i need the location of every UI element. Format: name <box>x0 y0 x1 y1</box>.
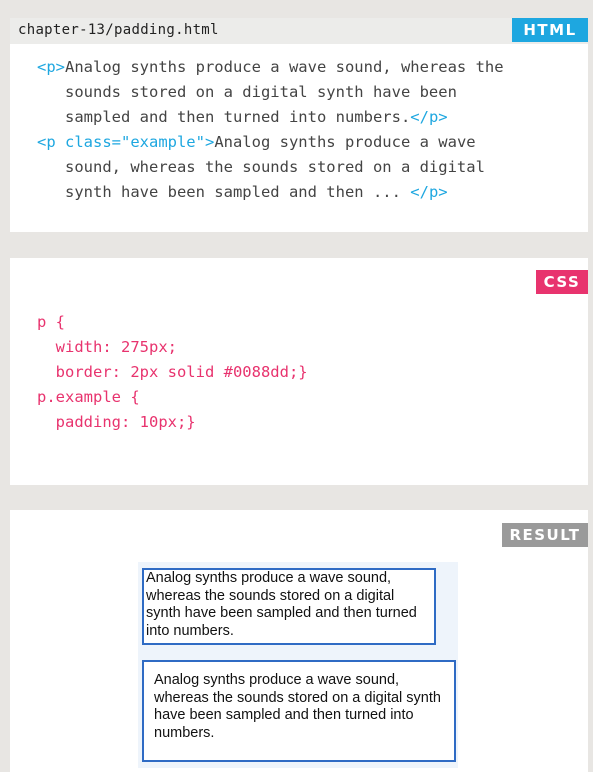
html-text-token: Analog synths produce a wave sound, wher… <box>65 58 504 76</box>
result-preview: Analog synths produce a wave sound, wher… <box>138 562 458 768</box>
html-code-line: sounds stored on a digital synth have be… <box>37 80 504 105</box>
css-code-panel: CSS p { width: 275px; border: 2px solid … <box>10 258 588 485</box>
html-text-token: Analog synths produce a wave <box>214 133 476 151</box>
css-code-line: p.example { <box>37 388 140 406</box>
file-name: chapter-13/padding.html <box>18 22 219 38</box>
html-tag-label: HTML <box>512 18 588 42</box>
demo-paragraph-with-padding: Analog synths produce a wave sound, wher… <box>142 660 456 762</box>
html-tag-token: </p> <box>410 108 448 126</box>
demo-paragraph-no-padding: Analog synths produce a wave sound, wher… <box>142 568 436 645</box>
css-code-line: width: 275px; <box>37 338 177 356</box>
html-code-line: <p>Analog synths produce a wave sound, w… <box>37 55 504 80</box>
result-panel: RESULT Analog synths produce a wave soun… <box>10 510 588 772</box>
html-code-line: <p class="example">Analog synths produce… <box>37 130 504 155</box>
html-code-panel: chapter-13/padding.html HTML <p>Analog s… <box>10 18 588 232</box>
css-tag-label: CSS <box>536 270 588 294</box>
html-code-line: sampled and then turned into numbers.</p… <box>37 105 504 130</box>
result-tag-label: RESULT <box>502 523 588 547</box>
html-code-line: synth have been sampled and then ... </p… <box>37 180 504 205</box>
css-code-line: border: 2px solid #0088dd;} <box>37 363 308 381</box>
html-text-token: synth have been sampled and then ... <box>37 183 411 201</box>
css-code-line: padding: 10px;} <box>37 413 196 431</box>
css-code-line: p { <box>37 313 65 331</box>
html-text-token: sound, whereas the sounds stored on a di… <box>37 158 485 176</box>
html-tag-token: </p> <box>410 183 448 201</box>
html-tag-token: <p class="example"> <box>37 133 215 151</box>
file-name-bar: chapter-13/padding.html <box>10 18 588 44</box>
html-tag-token: <p> <box>37 58 65 76</box>
html-text-token: sounds stored on a digital synth have be… <box>37 83 457 101</box>
html-code-line: sound, whereas the sounds stored on a di… <box>37 155 504 180</box>
css-code-block: p { width: 275px; border: 2px solid #008… <box>37 310 308 435</box>
html-code-block: <p>Analog synths produce a wave sound, w… <box>37 55 504 205</box>
html-text-token: sampled and then turned into numbers. <box>37 108 411 126</box>
